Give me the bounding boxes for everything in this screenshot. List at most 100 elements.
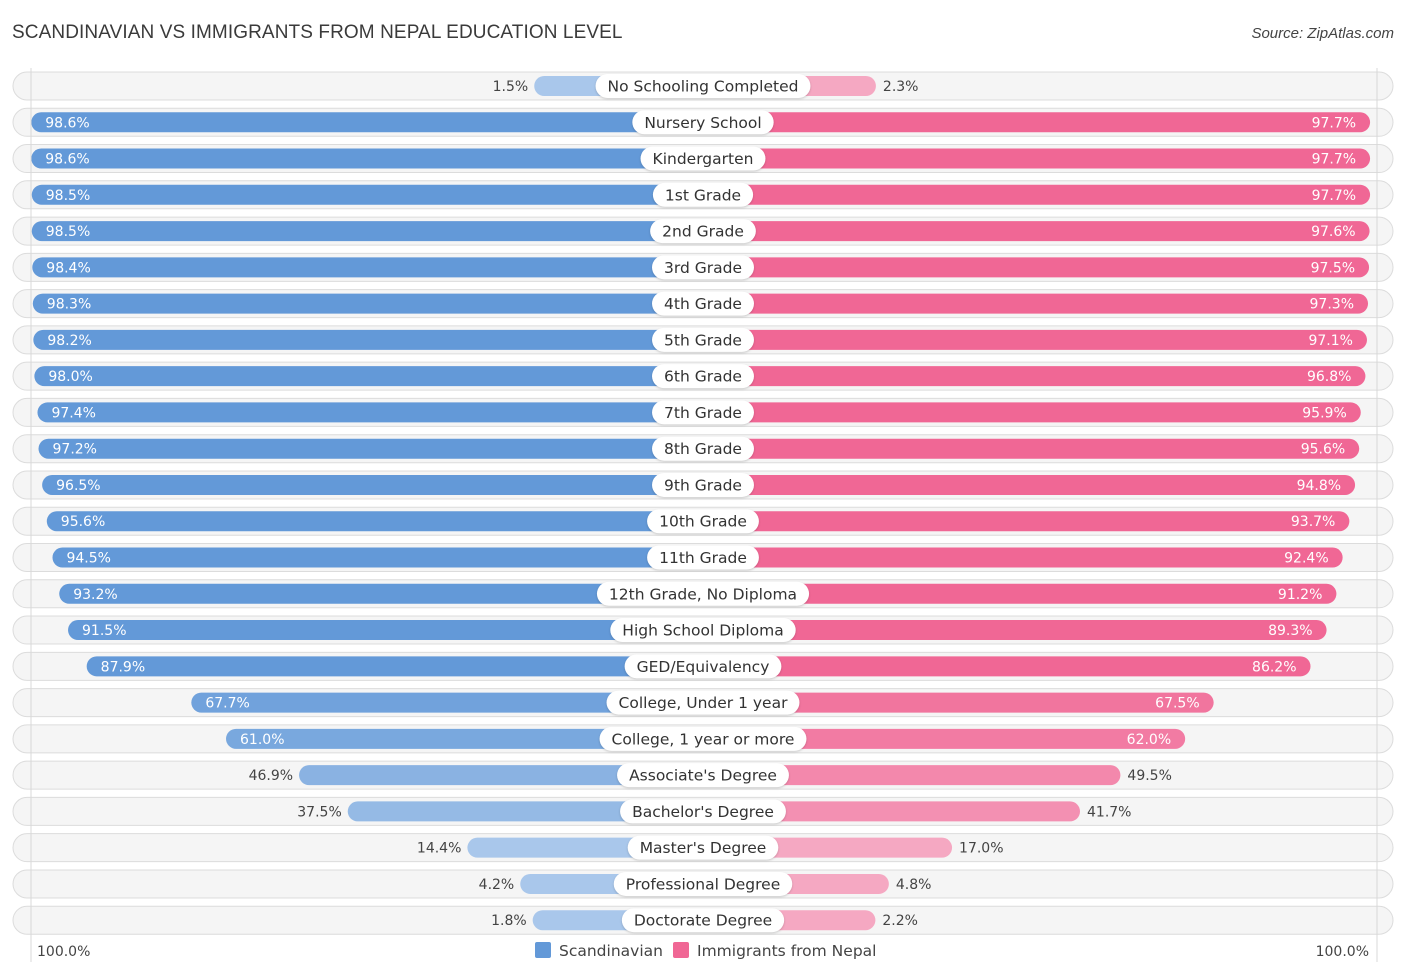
chart: 1.5% 2.3% No Schooling Completed 98.6% 97.7%… bbox=[12, 68, 1394, 962]
bar-scandinavian bbox=[33, 329, 704, 350]
legend: Scandinavian Immigrants from Nepal bbox=[535, 942, 876, 960]
bar-nepal bbox=[703, 438, 1360, 459]
bar-nepal bbox=[703, 402, 1361, 423]
value-label-scandinavian: 93.2% bbox=[73, 587, 117, 603]
value-label-nepal: 91.2% bbox=[1278, 587, 1322, 603]
category-label: 2nd Grade bbox=[662, 223, 744, 241]
value-label-nepal: 2.3% bbox=[883, 79, 919, 95]
chart-row: 97.2% 95.6% 8th Grade bbox=[12, 434, 1394, 464]
value-label-scandinavian: 98.5% bbox=[46, 188, 90, 204]
value-label-nepal: 96.8% bbox=[1307, 369, 1351, 385]
category-label: Kindergarten bbox=[653, 150, 754, 168]
category-label: GED/Equivalency bbox=[637, 658, 770, 676]
value-label-scandinavian: 97.4% bbox=[51, 405, 95, 421]
chart-row: 46.9% 49.5% Associate's Degree bbox=[12, 760, 1394, 790]
category-label: No Schooling Completed bbox=[608, 78, 799, 96]
bar-scandinavian bbox=[31, 148, 703, 169]
bar-nepal bbox=[703, 221, 1370, 242]
chart-row: 98.6% 97.7% Kindergarten bbox=[12, 144, 1394, 174]
category-label: Professional Degree bbox=[626, 875, 781, 893]
value-label-nepal: 17.0% bbox=[959, 841, 1003, 857]
value-label-scandinavian: 1.8% bbox=[491, 913, 527, 929]
value-label-scandinavian: 96.5% bbox=[56, 478, 100, 494]
value-label-nepal: 97.5% bbox=[1311, 260, 1355, 276]
value-label-nepal: 97.7% bbox=[1312, 115, 1356, 131]
value-label-scandinavian: 14.4% bbox=[417, 841, 461, 857]
value-label-scandinavian: 91.5% bbox=[82, 623, 126, 639]
bar-nepal bbox=[703, 112, 1371, 133]
chart-row: 37.5% 41.7% Bachelor's Degree bbox=[12, 796, 1394, 826]
category-label: 5th Grade bbox=[664, 331, 742, 349]
category-label: Master's Degree bbox=[640, 839, 767, 857]
category-label: College, Under 1 year bbox=[619, 694, 789, 712]
value-label-nepal: 97.7% bbox=[1312, 152, 1356, 168]
legend-swatch-nepal bbox=[673, 942, 689, 958]
value-label-scandinavian: 61.0% bbox=[240, 732, 284, 748]
chart-row: 98.5% 97.7% 1st Grade bbox=[12, 180, 1394, 210]
value-label-nepal: 2.2% bbox=[882, 913, 918, 929]
legend-label-nepal: Immigrants from Nepal bbox=[697, 942, 876, 960]
chart-row: 61.0% 62.0% College, 1 year or more bbox=[12, 724, 1394, 754]
category-label: 11th Grade bbox=[659, 549, 747, 567]
value-label-scandinavian: 98.6% bbox=[45, 115, 89, 131]
category-label: College, 1 year or more bbox=[612, 730, 795, 748]
category-label: 4th Grade bbox=[664, 295, 742, 313]
value-label-scandinavian: 97.2% bbox=[53, 442, 97, 458]
value-label-scandinavian: 46.9% bbox=[249, 768, 293, 784]
bar-nepal bbox=[703, 257, 1370, 278]
value-label-scandinavian: 87.9% bbox=[101, 659, 145, 675]
chart-row: 1.5% 2.3% No Schooling Completed bbox=[12, 71, 1394, 101]
bar-scandinavian bbox=[46, 511, 704, 532]
chart-row: 1.8% 2.2% Doctorate Degree bbox=[12, 905, 1394, 935]
value-label-scandinavian: 98.3% bbox=[47, 297, 91, 313]
value-label-nepal: 49.5% bbox=[1127, 768, 1171, 784]
value-label-scandinavian: 37.5% bbox=[297, 804, 341, 820]
value-label-scandinavian: 98.0% bbox=[48, 369, 92, 385]
category-label: 1st Grade bbox=[665, 186, 741, 204]
chart-row: 67.7% 67.5% College, Under 1 year bbox=[12, 688, 1394, 718]
bar-scandinavian bbox=[31, 184, 703, 205]
value-label-nepal: 67.5% bbox=[1155, 696, 1199, 712]
category-label: Associate's Degree bbox=[629, 767, 777, 785]
category-label: High School Diploma bbox=[622, 622, 783, 640]
bar-nepal bbox=[703, 511, 1350, 532]
category-label: 6th Grade bbox=[664, 368, 742, 386]
chart-row: 98.4% 97.5% 3rd Grade bbox=[12, 252, 1394, 282]
chart-row: 98.0% 96.8% 6th Grade bbox=[12, 361, 1394, 391]
value-label-nepal: 94.8% bbox=[1297, 478, 1341, 494]
value-label-scandinavian: 4.2% bbox=[479, 877, 515, 893]
category-label: 10th Grade bbox=[659, 513, 747, 531]
chart-row: 98.2% 97.1% 5th Grade bbox=[12, 325, 1394, 355]
bar-scandinavian bbox=[34, 366, 704, 387]
chart-row: 94.5% 92.4% 11th Grade bbox=[12, 543, 1394, 573]
bar-nepal bbox=[703, 620, 1327, 641]
bar-nepal bbox=[703, 547, 1343, 568]
category-label: 3rd Grade bbox=[664, 259, 742, 277]
value-label-nepal: 95.9% bbox=[1302, 405, 1346, 421]
value-label-nepal: 86.2% bbox=[1252, 659, 1296, 675]
chart-row: 96.5% 94.8% 9th Grade bbox=[12, 470, 1394, 500]
bar-scandinavian bbox=[37, 402, 703, 423]
bar-nepal bbox=[703, 656, 1311, 677]
value-label-nepal: 97.6% bbox=[1311, 224, 1355, 240]
value-label-nepal: 41.7% bbox=[1087, 804, 1131, 820]
bar-scandinavian bbox=[31, 221, 703, 242]
chart-row: 98.5% 97.6% 2nd Grade bbox=[12, 216, 1394, 246]
value-label-scandinavian: 95.6% bbox=[61, 514, 105, 530]
value-label-nepal: 62.0% bbox=[1127, 732, 1171, 748]
chart-row: 98.6% 97.7% Nursery School bbox=[12, 107, 1394, 137]
value-label-nepal: 97.7% bbox=[1312, 188, 1356, 204]
value-label-scandinavian: 98.5% bbox=[46, 224, 90, 240]
chart-row: 98.3% 97.3% 4th Grade bbox=[12, 289, 1394, 319]
bar-scandinavian bbox=[52, 547, 704, 568]
bar-scandinavian bbox=[32, 257, 703, 278]
value-label-nepal: 92.4% bbox=[1284, 551, 1328, 567]
value-label-nepal: 4.8% bbox=[896, 877, 932, 893]
chart-row: 93.2% 91.2% 12th Grade, No Diploma bbox=[12, 579, 1394, 609]
category-label: Bachelor's Degree bbox=[632, 803, 774, 821]
chart-row: 97.4% 95.9% 7th Grade bbox=[12, 397, 1394, 427]
category-label: Doctorate Degree bbox=[634, 912, 772, 930]
value-label-scandinavian: 67.7% bbox=[205, 696, 249, 712]
bar-nepal bbox=[703, 148, 1371, 169]
value-label-scandinavian: 94.5% bbox=[66, 551, 110, 567]
